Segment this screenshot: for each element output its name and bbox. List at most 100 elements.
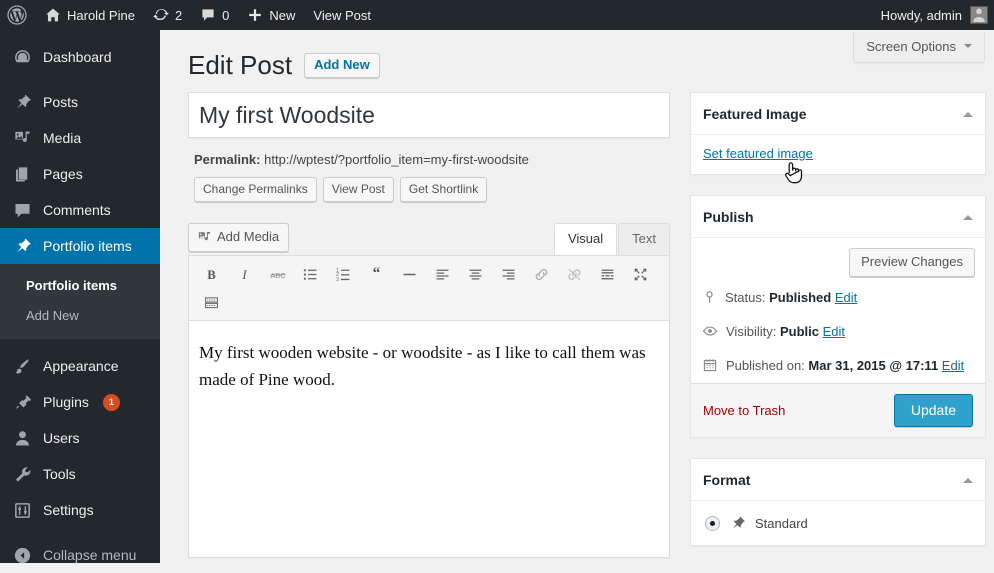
align-left-icon[interactable] xyxy=(426,260,459,288)
set-featured-image-link[interactable]: Set featured image xyxy=(703,146,813,161)
dashboard-icon xyxy=(15,49,30,62)
featured-image-panel-body: Set featured image xyxy=(691,135,985,174)
pages-icon xyxy=(16,166,28,182)
editor-mode-tabs: Visual Text xyxy=(553,223,670,255)
tab-visual[interactable]: Visual xyxy=(553,223,618,255)
sidebar-item-dashboard[interactable]: Dashboard xyxy=(0,39,160,75)
sidebar-item-users[interactable]: Users xyxy=(0,420,160,456)
format-option-standard[interactable]: Standard xyxy=(703,512,973,532)
plugins-update-badge: 1 xyxy=(102,393,120,411)
updates-icon xyxy=(152,9,169,21)
fullscreen-icon[interactable] xyxy=(624,260,657,288)
sidebar-item-appearance[interactable]: Appearance xyxy=(0,348,160,384)
sidebar-subitem-portfolio-items[interactable]: Portfolio items xyxy=(0,271,160,301)
horizontal-rule-icon[interactable] xyxy=(393,260,426,288)
sidebar-subitem-add-new[interactable]: Add New xyxy=(0,301,160,331)
edit-published-date-link[interactable]: Edit xyxy=(942,358,964,373)
avatar xyxy=(970,6,988,24)
eye-icon xyxy=(702,326,718,336)
numbered-list-icon[interactable]: 1 2 3 xyxy=(327,260,360,288)
get-shortlink-button[interactable]: Get Shortlink xyxy=(399,177,488,202)
sidebar-item-label: Users xyxy=(43,430,80,446)
add-media-button[interactable]: Add Media xyxy=(188,223,290,252)
sidebar-item-settings[interactable]: Settings xyxy=(0,492,160,528)
panel-title: Publish xyxy=(703,209,754,225)
strikethrough-icon[interactable]: ABC xyxy=(261,260,294,288)
pin-icon xyxy=(17,238,31,252)
insert-read-more-icon[interactable] xyxy=(591,260,624,288)
comment-icon xyxy=(15,203,30,217)
post-editor: Add Media Visual Text B I ABC 1 2 3 “ My… xyxy=(188,219,670,558)
bulleted-list-icon[interactable] xyxy=(294,260,327,288)
editor-format-toolbar: B I ABC 1 2 3 “ xyxy=(189,256,669,321)
unlink-icon[interactable] xyxy=(558,260,591,288)
sidebar-item-label: Media xyxy=(43,130,82,146)
sidebar-item-portfolio-items[interactable]: Portfolio items xyxy=(0,228,168,264)
sidebar-subitem-label: Portfolio items xyxy=(26,278,118,293)
site-name-menu[interactable]: Harold Pine xyxy=(36,0,144,30)
sidebar-item-pages[interactable]: Pages xyxy=(0,156,160,192)
bold-icon[interactable]: B xyxy=(195,260,228,288)
post-title-input[interactable] xyxy=(197,96,661,134)
align-center-icon[interactable] xyxy=(459,260,492,288)
editor-box: B I ABC 1 2 3 “ My first wooden website … xyxy=(188,255,670,558)
content-area: Screen Options Edit Post Add New Permali… xyxy=(160,30,994,563)
media-icon xyxy=(198,231,211,240)
published-on-text: Published on: Mar 31, 2015 @ 17:11 Edit xyxy=(726,356,973,376)
sidebar-item-posts[interactable]: Posts xyxy=(0,84,160,120)
sidebar-item-tools[interactable]: Tools xyxy=(0,456,160,492)
publish-minor-actions: Preview Changes xyxy=(691,238,985,281)
new-content-menu[interactable]: New xyxy=(238,0,304,30)
post-body-side-column: Featured Image Set featured image Publis… xyxy=(690,92,986,566)
sidebar-separator xyxy=(0,528,160,537)
chevron-down-icon xyxy=(964,44,972,52)
screen-options-button[interactable]: Screen Options xyxy=(853,32,985,63)
permalink-label: Permalink: xyxy=(194,152,261,167)
updates-menu[interactable]: 2 xyxy=(144,0,191,30)
add-new-button[interactable]: Add New xyxy=(304,52,380,78)
blockquote-icon[interactable]: “ xyxy=(360,260,393,288)
preview-changes-button[interactable]: Preview Changes xyxy=(849,248,975,277)
sidebar-item-comments[interactable]: Comments xyxy=(0,192,160,228)
visibility-value: Public xyxy=(779,324,819,339)
change-permalinks-button[interactable]: Change Permalinks xyxy=(194,177,317,202)
italic-icon[interactable]: I xyxy=(228,260,261,288)
view-post-menu[interactable]: View Post xyxy=(304,0,380,30)
sidebar-item-plugins[interactable]: Plugins 1 xyxy=(0,384,160,420)
publish-panel-header[interactable]: Publish xyxy=(691,196,985,238)
site-name-label: Harold Pine xyxy=(67,7,135,23)
edit-status-link[interactable]: Edit xyxy=(835,290,857,305)
status-text: Status: Published Edit xyxy=(725,288,973,308)
featured-image-panel-header[interactable]: Featured Image xyxy=(691,93,985,135)
insert-link-icon[interactable] xyxy=(525,260,558,288)
chevron-up-icon[interactable] xyxy=(963,210,973,220)
comment-bubble-icon xyxy=(202,9,214,21)
edit-visibility-link[interactable]: Edit xyxy=(823,324,845,339)
comments-menu[interactable]: 0 xyxy=(191,0,238,30)
admin-bar-spacer xyxy=(380,0,881,30)
my-account-menu[interactable]: Howdy, admin xyxy=(881,0,994,30)
chevron-up-icon[interactable] xyxy=(963,107,973,117)
sidebar-item-label: Settings xyxy=(43,502,94,518)
howdy-label: Howdy, admin xyxy=(880,7,962,23)
svg-text:I: I xyxy=(241,267,247,281)
wordpress-logo-menu[interactable] xyxy=(0,0,36,30)
format-panel-header[interactable]: Format xyxy=(691,459,985,501)
collapse-menu-button[interactable]: Collapse menu xyxy=(0,537,160,573)
chevron-up-icon[interactable] xyxy=(963,473,973,483)
align-right-icon[interactable] xyxy=(492,260,525,288)
move-to-trash-link[interactable]: Move to Trash xyxy=(703,403,785,418)
sidebar-submenu-portfolio: Portfolio items Add New xyxy=(0,264,160,339)
post-content-editor[interactable]: My first wooden website - or woodsite - … xyxy=(189,321,669,557)
update-button[interactable]: Update xyxy=(893,394,973,427)
format-radio-standard[interactable] xyxy=(705,516,720,531)
admin-bar: Harold Pine 2 0 New View Post Howdy, adm… xyxy=(0,0,994,30)
wordpress-logo-icon xyxy=(7,5,27,25)
kitchen-sink-icon[interactable] xyxy=(195,288,228,316)
page-title: Edit Post xyxy=(188,50,293,80)
pin-icon xyxy=(706,291,713,303)
view-post-button[interactable]: View Post xyxy=(322,177,394,202)
sidebar-item-media[interactable]: Media xyxy=(0,120,160,156)
tab-text[interactable]: Text xyxy=(618,223,670,255)
format-option-label: Standard xyxy=(755,516,808,531)
